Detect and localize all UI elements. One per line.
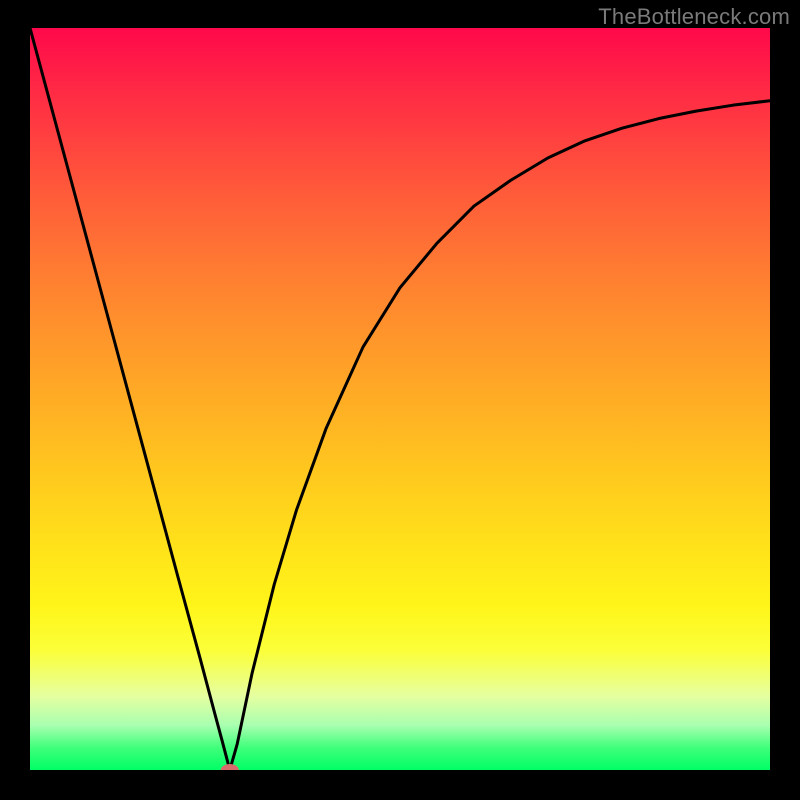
- chart-frame: TheBottleneck.com: [0, 0, 800, 800]
- min-marker: [221, 764, 239, 770]
- curve-svg: [30, 28, 770, 770]
- bottleneck-curve: [30, 28, 770, 770]
- watermark-text: TheBottleneck.com: [598, 4, 790, 30]
- plot-area: [30, 28, 770, 770]
